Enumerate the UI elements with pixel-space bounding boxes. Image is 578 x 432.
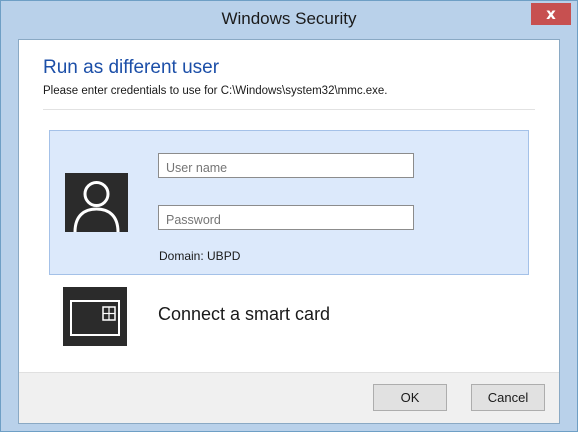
window-title: Windows Security: [221, 9, 357, 28]
dialog-heading: Run as different user: [43, 57, 220, 78]
user-avatar-icon: [65, 173, 128, 232]
password-input[interactable]: [158, 205, 414, 230]
domain-label: Domain: UBPD: [159, 249, 241, 263]
separator: [43, 109, 535, 110]
title-bar[interactable]: Windows Security x: [1, 1, 577, 39]
cancel-button[interactable]: Cancel: [471, 384, 545, 411]
smart-card-icon[interactable]: [63, 287, 127, 346]
button-bar: OK Cancel: [19, 372, 559, 423]
smart-card-option[interactable]: Connect a smart card: [158, 304, 330, 325]
close-button[interactable]: x: [531, 3, 571, 25]
dialog-instructions: Please enter credentials to use for C:\W…: [43, 85, 388, 97]
windows-security-dialog: Windows Security x Run as different user…: [0, 0, 578, 432]
dialog-content: Run as different user Please enter crede…: [18, 39, 560, 424]
username-input[interactable]: [158, 153, 414, 178]
ok-button[interactable]: OK: [373, 384, 447, 411]
credential-tile[interactable]: Domain: UBPD: [49, 130, 529, 275]
